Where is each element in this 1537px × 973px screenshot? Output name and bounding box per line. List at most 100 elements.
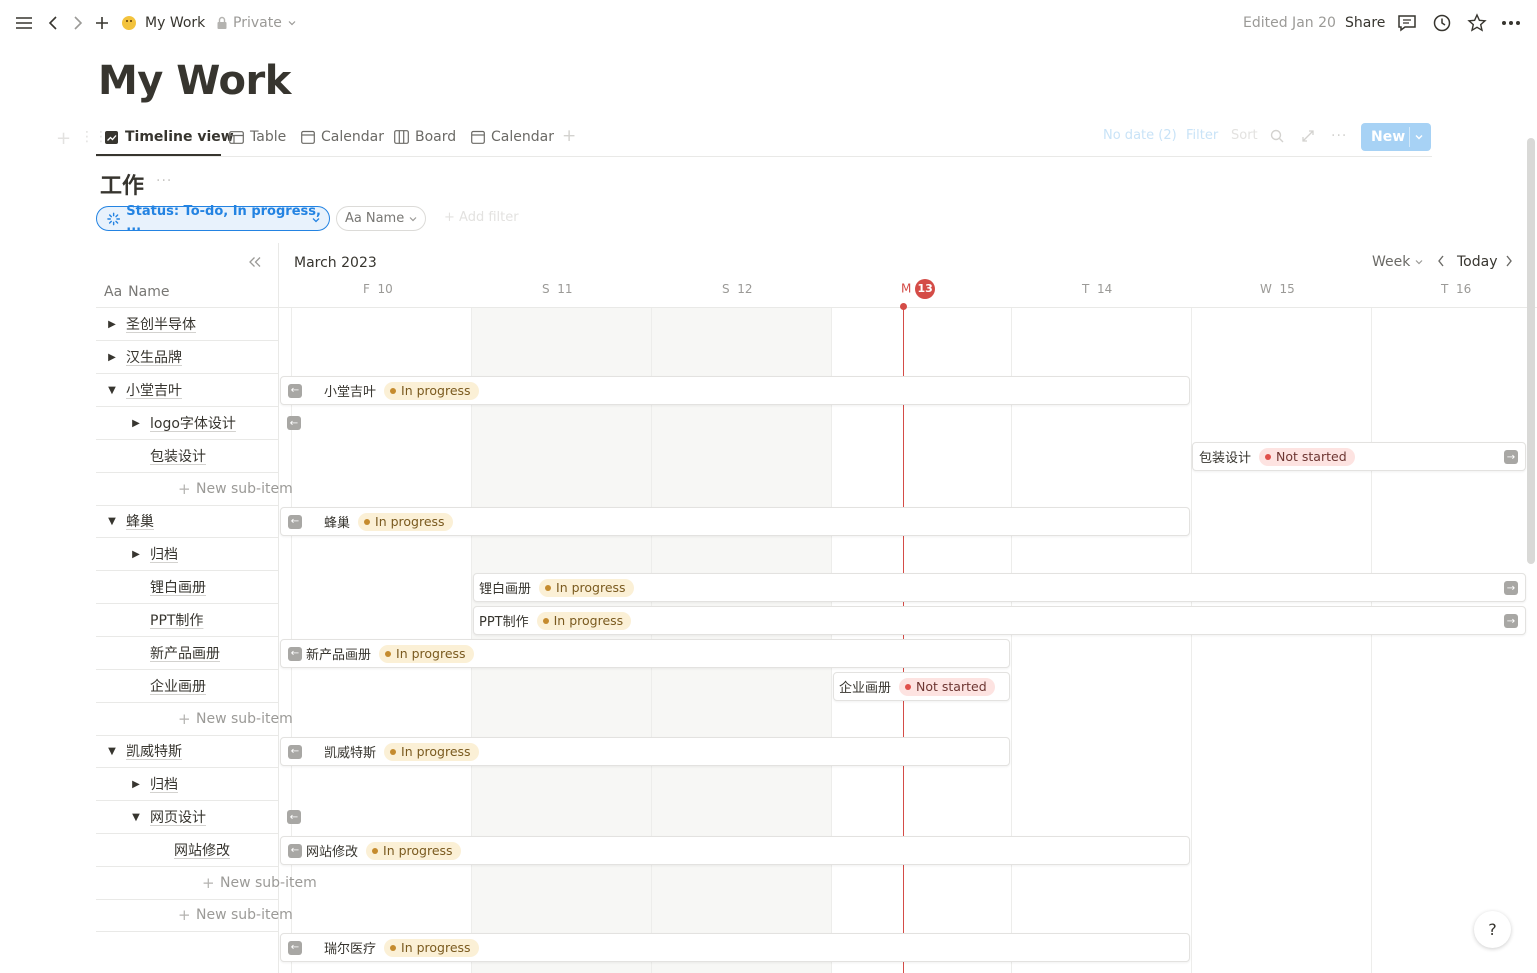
chevron-down-icon[interactable]	[1414, 132, 1424, 142]
add-filter-button[interactable]: + Add filter	[444, 210, 519, 225]
row-label[interactable]: 汉生品牌	[126, 347, 182, 367]
block-add-icon[interactable]: +	[56, 128, 71, 149]
row-label[interactable]: 锂白画册	[150, 577, 206, 597]
updates-clock-icon[interactable]	[1432, 12, 1452, 34]
tab-table[interactable]: Table	[229, 124, 286, 150]
today-button[interactable]: Today	[1457, 254, 1498, 270]
timeline-bar[interactable]: 企业画册 Not started	[833, 672, 1010, 701]
row-label[interactable]: 新产品画册	[150, 643, 220, 663]
add-page-icon[interactable]	[94, 12, 110, 34]
status-filter-chip[interactable]: Status: To-do, In progress, ...	[96, 204, 330, 234]
table-row[interactable]: ▼ 蜂巢	[96, 505, 278, 538]
arrow-left-icon[interactable]: ←	[288, 383, 302, 398]
table-row[interactable]: 包装设计	[96, 440, 278, 473]
page-title[interactable]: My Work	[98, 58, 291, 104]
new-sub-item-button[interactable]: + New sub-item	[96, 473, 293, 506]
row-label[interactable]: 网站修改	[174, 840, 230, 860]
timeline-bar[interactable]: ← 凯威特斯 In progress	[280, 737, 1010, 766]
more-options-icon[interactable]	[1501, 12, 1521, 34]
table-row[interactable]: 锂白画册	[96, 571, 278, 604]
arrow-left-icon[interactable]: ←	[288, 646, 302, 661]
timeline-bar[interactable]: ← 蜂巢 In progress	[280, 507, 1190, 536]
timeline-bar[interactable]: ← 网站修改 In progress	[280, 836, 1190, 865]
previous-period-icon[interactable]	[1436, 254, 1446, 272]
table-row[interactable]: ▶ logo字体设计	[96, 407, 278, 440]
arrow-left-icon[interactable]: ←	[288, 514, 302, 529]
table-row[interactable]: 企业画册	[96, 670, 278, 703]
timeline-bar[interactable]: ← 小堂吉叶 In progress	[280, 376, 1190, 405]
row-label[interactable]: 企业画册	[150, 676, 206, 696]
timeline-bar[interactable]: ← 新产品画册 In progress	[280, 639, 1010, 668]
forward-icon[interactable]	[71, 12, 85, 34]
row-label[interactable]: 蜂巢	[126, 511, 154, 531]
timeline-bar[interactable]: 包装设计 Not started →	[1192, 442, 1526, 471]
next-period-icon[interactable]	[1504, 254, 1514, 272]
arrow-right-icon[interactable]: →	[1504, 614, 1518, 628]
table-row[interactable]: ▼ 小堂吉叶	[96, 374, 278, 407]
arrow-left-icon[interactable]: ←	[287, 416, 301, 430]
help-button[interactable]: ?	[1474, 911, 1511, 948]
timeline-bar[interactable]: 锂白画册 In progress →	[473, 573, 1526, 602]
view-options-icon[interactable]: ···	[1331, 128, 1347, 144]
table-row[interactable]: ▼ 凯威特斯	[96, 735, 278, 768]
comments-icon[interactable]	[1397, 12, 1417, 34]
add-view-icon[interactable]: +	[562, 126, 576, 146]
database-title[interactable]: 工作	[100, 168, 144, 200]
row-label[interactable]: 包装设计	[150, 446, 206, 466]
name-column-header[interactable]: Aa Name	[96, 276, 278, 308]
search-icon[interactable]	[1270, 129, 1284, 147]
table-row[interactable]: PPT制作	[96, 604, 278, 637]
toggle-collapsed-icon[interactable]: ▶	[130, 549, 142, 560]
vertical-scrollbar[interactable]	[1527, 138, 1535, 564]
privacy-menu[interactable]: Private	[216, 12, 297, 34]
toggle-expanded-icon[interactable]: ▼	[130, 812, 142, 823]
name-filter-chip[interactable]: Aa Name	[336, 206, 426, 231]
toggle-collapsed-icon[interactable]: ▶	[130, 418, 142, 429]
scale-selector[interactable]: Week	[1372, 254, 1424, 270]
no-date-button[interactable]: No date (2)	[1103, 128, 1177, 143]
expand-icon[interactable]	[1301, 129, 1315, 147]
row-label[interactable]: 凯威特斯	[126, 741, 182, 761]
new-button[interactable]: New	[1361, 123, 1431, 151]
new-sub-item-button[interactable]: + New sub-item	[96, 703, 293, 736]
row-label[interactable]: 归档	[150, 544, 178, 564]
tab-board[interactable]: Board	[394, 124, 456, 150]
database-options-icon[interactable]: ···	[156, 173, 172, 189]
collapse-sidebar-icon[interactable]	[248, 253, 262, 272]
table-row[interactable]: ▶ 归档	[96, 538, 278, 571]
tab-calendar-2[interactable]: Calendar	[471, 124, 554, 150]
row-label[interactable]: 小堂吉叶	[126, 380, 182, 400]
menu-icon[interactable]	[14, 12, 34, 34]
table-row[interactable]: 网站修改	[96, 834, 278, 867]
table-row[interactable]: ▼ 网页设计	[96, 801, 278, 834]
arrow-left-icon[interactable]: ←	[288, 744, 302, 759]
new-sub-item-button[interactable]: + New sub-item	[96, 867, 317, 900]
tab-calendar[interactable]: Calendar	[301, 124, 384, 150]
toggle-collapsed-icon[interactable]: ▶	[130, 779, 142, 790]
table-row[interactable]: ▶ 汉生品牌	[96, 341, 278, 374]
row-label[interactable]: logo字体设计	[150, 413, 236, 433]
sort-button[interactable]: Sort	[1231, 128, 1258, 143]
breadcrumb-page[interactable]: My Work	[145, 15, 205, 31]
back-icon[interactable]	[46, 12, 60, 34]
arrow-right-icon[interactable]: →	[1504, 450, 1518, 464]
arrow-left-icon[interactable]: ←	[287, 810, 301, 824]
row-label[interactable]: 圣创半导体	[126, 314, 196, 334]
toggle-expanded-icon[interactable]: ▼	[106, 746, 118, 757]
favorite-star-icon[interactable]	[1467, 12, 1487, 34]
filter-button[interactable]: Filter	[1186, 128, 1218, 143]
share-button[interactable]: Share	[1345, 12, 1385, 34]
toggle-expanded-icon[interactable]: ▼	[106, 385, 118, 396]
arrow-left-icon[interactable]: ←	[288, 843, 302, 858]
table-row[interactable]: ▶ 归档	[96, 768, 278, 801]
row-label[interactable]: 归档	[150, 774, 178, 794]
timeline-bar[interactable]: PPT制作 In progress →	[473, 606, 1526, 635]
toggle-expanded-icon[interactable]: ▼	[106, 516, 118, 527]
arrow-left-icon[interactable]: ←	[288, 940, 302, 955]
new-sub-item-button[interactable]: + New sub-item	[96, 899, 293, 932]
row-label[interactable]: PPT制作	[150, 610, 203, 630]
table-row[interactable]: ▶ 圣创半导体	[96, 308, 278, 341]
toggle-collapsed-icon[interactable]: ▶	[106, 352, 118, 363]
tab-timeline-view[interactable]: Timeline view	[104, 124, 234, 150]
timeline-bar[interactable]: ← 瑞尔医疗 In progress	[280, 933, 1190, 962]
